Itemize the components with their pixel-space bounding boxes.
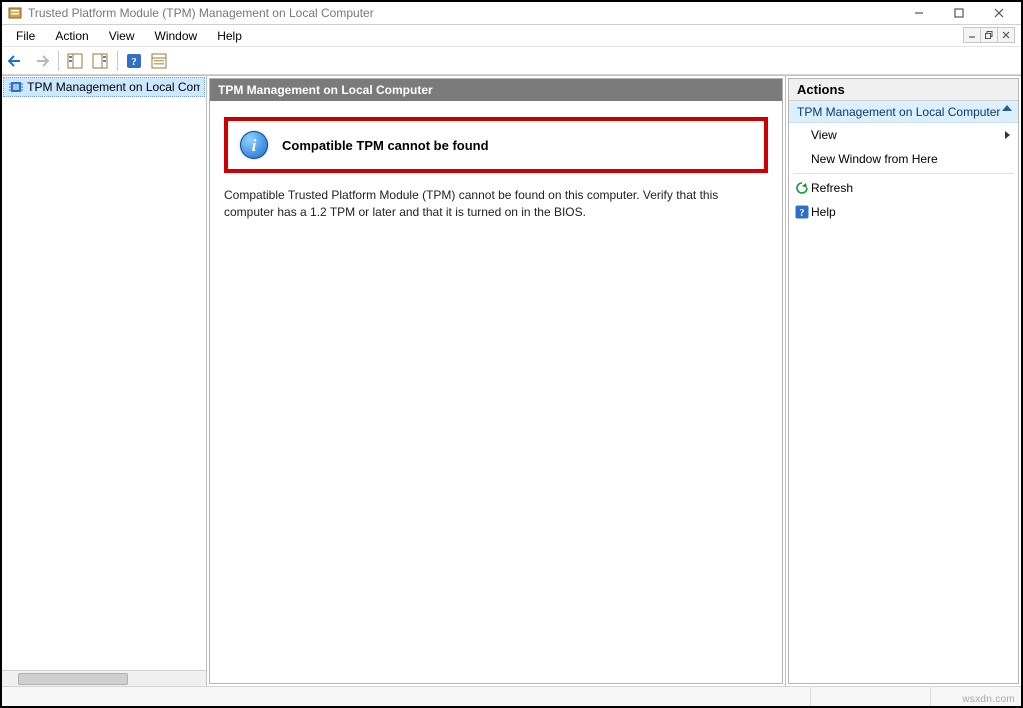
svg-text:?: ? (800, 208, 805, 219)
minimize-button[interactable] (899, 2, 939, 24)
toolbar-separator (58, 51, 59, 71)
menu-action[interactable]: Action (45, 27, 98, 45)
action-view-label: View (811, 128, 837, 142)
toolbar: ? (2, 47, 1021, 75)
mdi-minimize-button[interactable] (963, 27, 981, 43)
titlebar: Trusted Platform Module (TPM) Management… (2, 2, 1021, 25)
tree-pane: TPM Management on Local Comp (2, 76, 207, 686)
watermark: wsxdn.com (962, 694, 1015, 705)
center-header: TPM Management on Local Computer (210, 79, 782, 101)
menu-file[interactable]: File (6, 27, 45, 45)
menu-window[interactable]: Window (145, 27, 208, 45)
action-new-window[interactable]: New Window from Here (789, 147, 1018, 171)
main: TPM Management on Local Comp TPM Managem… (2, 75, 1021, 686)
properties-button[interactable] (147, 49, 171, 73)
show-hide-actions-button[interactable] (88, 49, 112, 73)
statusbar (2, 686, 1021, 706)
actions-separator (793, 173, 1014, 174)
menu-view[interactable]: View (99, 27, 145, 45)
info-icon: i (240, 131, 268, 159)
back-button[interactable] (4, 49, 28, 73)
collapse-icon (1002, 105, 1012, 111)
show-hide-tree-button[interactable] (63, 49, 87, 73)
center-pane: TPM Management on Local Computer i Compa… (207, 76, 786, 686)
help-button[interactable]: ? (122, 49, 146, 73)
maximize-button[interactable] (939, 2, 979, 24)
mdi-controls (964, 27, 1015, 43)
menu-help[interactable]: Help (207, 27, 252, 45)
actions-header: Actions (789, 79, 1018, 101)
svg-text:?: ? (131, 56, 137, 68)
mdi-restore-button[interactable] (980, 27, 998, 43)
tree-horizontal-scrollbar[interactable] (2, 670, 206, 686)
actions-pane: Actions TPM Management on Local Computer… (786, 76, 1021, 686)
tpm-chip-icon (8, 79, 23, 95)
alert-title: Compatible TPM cannot be found (282, 138, 489, 153)
forward-button[interactable] (29, 49, 53, 73)
help-icon: ? (795, 205, 809, 219)
toolbar-separator (117, 51, 118, 71)
tree-root-label: TPM Management on Local Comp (27, 80, 200, 94)
actions-group-label: TPM Management on Local Computer (797, 105, 1000, 119)
window-title: Trusted Platform Module (TPM) Management… (28, 6, 899, 20)
app-icon (8, 6, 22, 20)
scrollbar-thumb[interactable] (18, 673, 128, 685)
mdi-close-button[interactable] (997, 27, 1015, 43)
actions-group-title[interactable]: TPM Management on Local Computer (789, 101, 1018, 123)
close-button[interactable] (979, 2, 1019, 24)
action-help-label: Help (811, 205, 836, 219)
menubar: File Action View Window Help (2, 25, 1021, 47)
alert-description: Compatible Trusted Platform Module (TPM)… (224, 187, 744, 221)
alert-highlight-box: i Compatible TPM cannot be found (224, 117, 768, 173)
action-view[interactable]: View (789, 123, 1018, 147)
tree-root-node[interactable]: TPM Management on Local Comp (3, 77, 205, 97)
refresh-icon (795, 181, 809, 195)
action-refresh-label: Refresh (811, 181, 853, 195)
action-new-window-label: New Window from Here (811, 152, 938, 166)
action-help[interactable]: ? Help (789, 200, 1018, 224)
action-refresh[interactable]: Refresh (789, 176, 1018, 200)
